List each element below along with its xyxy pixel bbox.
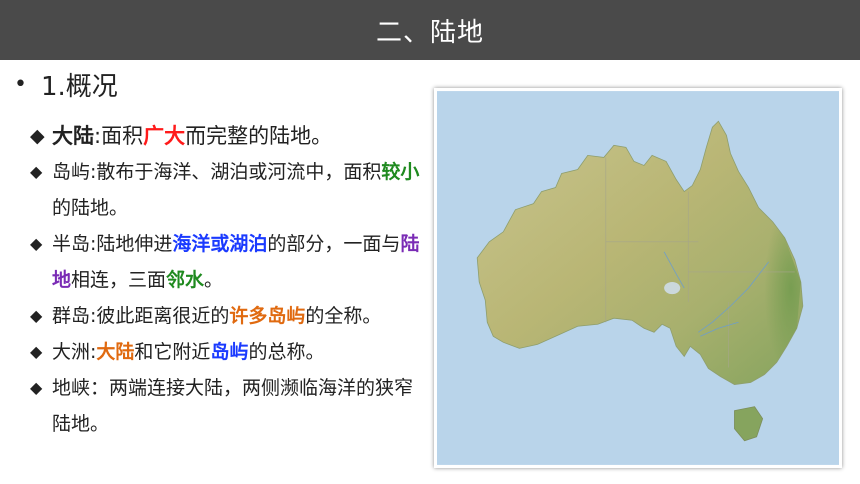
definition-text: 邻水	[166, 269, 205, 291]
definition-text: 广大	[143, 124, 186, 148]
definition-text: 相连，三面	[71, 269, 167, 291]
diamond-bullet-icon: ◆	[30, 234, 43, 253]
definition-text: 大陆	[52, 124, 94, 148]
definition-text: :面积	[94, 124, 144, 148]
definition-item-isthmus: ◆ 地峡：两端连接大陆，两侧濒临海洋的狭窄陆地。	[30, 370, 425, 442]
definition-text: 和它附近	[134, 341, 211, 363]
definition-text: 的总称。	[248, 341, 325, 363]
section-title: 1.概况	[40, 72, 118, 102]
definition-text: 的部分，一面与	[267, 233, 401, 255]
definition-text: 群岛:彼此距离很近的	[52, 305, 230, 327]
australia-map	[434, 88, 842, 468]
definition-list: ◆ 大陆:面积广大而完整的陆地。 ◆ 岛屿:散布于海洋、湖泊或河流中，面积较小的陆地。…	[30, 118, 425, 442]
definition-item-island: ◆ 岛屿:散布于海洋、湖泊或河流中，面积较小的陆地。	[30, 154, 425, 226]
definition-text: 。	[204, 269, 224, 291]
definition-item-continent: ◆ 大陆:面积广大而完整的陆地。	[30, 118, 425, 154]
diamond-bullet-icon: ◆	[30, 342, 43, 361]
definition-text: 半岛:陆地伸进	[52, 233, 173, 255]
definition-text: 大陆	[96, 341, 135, 363]
definition-text: 的全称。	[305, 305, 382, 327]
bullet-icon: •	[14, 72, 27, 97]
diamond-bullet-icon: ◆	[30, 125, 45, 147]
definition-text: 海洋或湖泊	[172, 233, 268, 255]
definition-text: 大洲:	[52, 341, 97, 363]
definition-text: 岛屿:散布于海洋、湖泊或河流中，面积	[52, 161, 382, 183]
definition-text: 岛屿	[210, 341, 249, 363]
diamond-bullet-icon: ◆	[30, 306, 43, 325]
map-image	[437, 91, 839, 465]
diamond-bullet-icon: ◆	[30, 378, 43, 397]
definition-text: 的陆地。	[52, 197, 129, 219]
lake	[664, 282, 681, 295]
definition-text: 较小	[381, 161, 420, 183]
diamond-bullet-icon: ◆	[30, 162, 43, 181]
definition-text: 许多岛屿	[229, 305, 306, 327]
definition-text: 地峡：两端连接大陆，两侧濒临海洋的狭窄陆地。	[52, 377, 414, 435]
header-banner: 二、陆地	[0, 0, 860, 60]
section-heading: • 1.概况	[14, 66, 118, 103]
definition-item-continent-islands: ◆ 大洲:大陆和它附近岛屿的总称。	[30, 334, 425, 370]
definition-item-archipelago: ◆ 群岛:彼此距离很近的许多岛屿的全称。	[30, 298, 425, 334]
definition-item-peninsula: ◆ 半岛:陆地伸进海洋或湖泊的部分，一面与陆地相连，三面邻水。	[30, 226, 425, 298]
definition-text: 而完整的陆地。	[185, 124, 333, 148]
page-title: 二、陆地	[375, 17, 484, 48]
